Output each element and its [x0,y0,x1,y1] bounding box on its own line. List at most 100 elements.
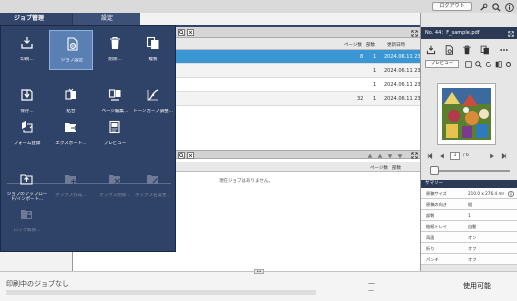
expand-icon[interactable] [410,151,418,159]
column-pages[interactable]: ページ数 [370,165,388,171]
menu-item-box-rename: ボックス名変更... [131,166,175,206]
print-icon[interactable] [425,44,437,56]
slider-thumb[interactable] [430,166,439,175]
summary-key: 部数 [426,213,435,218]
column-pages[interactable]: ページ数 [344,42,362,48]
page-number-input[interactable]: 1 [450,152,460,160]
rotate-icon[interactable] [484,60,492,68]
tab-job-management[interactable]: ジョブ管理 [0,13,72,25]
printing-status: 印刷中のジョブなし [6,280,69,288]
menu-item-job-settings[interactable]: ジョブ設定 [49,30,93,70]
zoom-slider[interactable] [430,166,510,175]
duplicate-icon [131,36,175,52]
column-copies[interactable]: 部数 [366,42,375,48]
summary-key: パンチ [426,257,439,262]
progress-bar [6,290,316,295]
row-copies: 1 [373,82,377,88]
menu-item-upload[interactable]: ジョブのアップロード/インポート... [5,166,49,206]
summary-value: 210.0 x 276.4 mm [468,191,504,196]
slider-track [430,170,510,172]
previous-page-icon[interactable] [438,152,446,160]
menu-item-label: 複製 [148,57,158,62]
status-value: — [368,287,374,294]
move-up-icon[interactable] [376,152,384,159]
box-create-icon [49,172,93,188]
combine-icon [49,88,93,104]
row-copies: 1 [373,96,377,102]
duplicate-icon[interactable] [479,44,491,56]
settings-icon[interactable] [504,60,512,68]
summary-row: 原稿の向き 縦 [421,199,517,210]
summary-key: 折り [426,246,435,251]
menu-item-label: ジョブ設定 [60,58,84,63]
summary-value: 自動 [468,224,477,229]
move-top-icon[interactable] [366,152,374,159]
tools-icon[interactable] [478,2,488,12]
page-layout-icon[interactable] [494,60,502,68]
more-icon[interactable] [498,44,510,56]
save-icon [5,88,49,104]
menu-item-label: プレビュー [103,141,127,146]
clear-filter-icon[interactable] [187,29,194,36]
print-icon [5,36,49,52]
column-updated[interactable]: 更新日時 [387,42,405,48]
menu-item-duplicate[interactable]: 複製 [131,30,175,70]
last-page-icon[interactable] [500,152,508,160]
menu-item-unlock: ロック解除... [5,201,49,241]
job-settings-icon [50,37,94,53]
move-bottom-icon[interactable] [396,152,404,159]
export-icon [49,120,93,136]
logout-button[interactable]: ログアウト [432,2,472,11]
menu-item-form-register[interactable]: フォーム登録 [5,114,49,154]
summary-row: 原稿サイズ 210.0 x 276.4 mm [421,188,517,199]
form-register-icon [5,120,49,136]
summary-row: 両面 オン [421,232,517,243]
page-total: / 6 [463,153,469,158]
summary-value: 1 [468,213,471,218]
row-pages: 8 [360,54,364,60]
status-value: — [368,279,375,287]
page-thumbnail[interactable] [437,83,496,145]
row-pages: 32 [357,96,364,102]
summary-row: 給紙トレイ 自動 [421,221,517,232]
summary-key: 両面 [426,235,435,240]
menu-item-tone-curve[interactable]: トーンカーブ調整... [131,82,175,122]
upload-icon [5,172,49,188]
job-settings-icon[interactable] [443,44,455,56]
summary-key: 原稿サイズ [426,191,447,196]
menu-item-export[interactable]: エクスポート... [49,114,93,154]
move-down-icon[interactable] [386,152,394,159]
zoom-icon[interactable] [474,60,482,68]
menu-item-preview[interactable]: プレビュー [93,114,137,154]
menu-item-box-create: ボックス作成... [49,166,93,206]
trash-icon[interactable] [461,44,473,56]
info-icon[interactable] [507,190,514,197]
expand-icon[interactable] [507,30,515,37]
column-copies[interactable]: 部数 [392,165,401,171]
summary-key: 原稿の向き [426,202,447,207]
preview-button[interactable]: プレビュー [425,60,459,68]
box-rename-icon [131,172,175,188]
summary-row: 折り オフ [421,243,517,254]
fit-page-icon[interactable] [464,60,472,68]
summary-value: 縦 [468,202,473,207]
menu-item-label: ボックス名変更... [135,193,171,198]
job-menu-dropdown: 印刷... ジョブ設定 削除... 複製 保存... 結合 ページ編集... ト… [0,25,176,252]
tab-settings[interactable]: 設定 [72,13,140,25]
search-icon[interactable] [491,2,501,12]
splitter-handle[interactable]: •• [254,269,264,274]
first-page-icon[interactable] [426,152,434,160]
expand-icon[interactable] [410,29,418,37]
row-copies: 1 [373,54,377,60]
search-icon[interactable] [178,29,185,36]
info-icon[interactable] [504,2,514,12]
clear-filter-icon[interactable] [187,152,194,159]
summary-value: オフ [468,246,477,251]
next-page-icon[interactable] [488,152,496,160]
search-icon[interactable] [178,152,185,159]
row-copies: 1 [373,68,377,74]
summary-value: オフ [468,257,477,262]
menu-item-print[interactable]: 印刷... [5,30,49,70]
summary-row: 部数 1 [421,210,517,221]
status-bar: •• [0,269,517,301]
